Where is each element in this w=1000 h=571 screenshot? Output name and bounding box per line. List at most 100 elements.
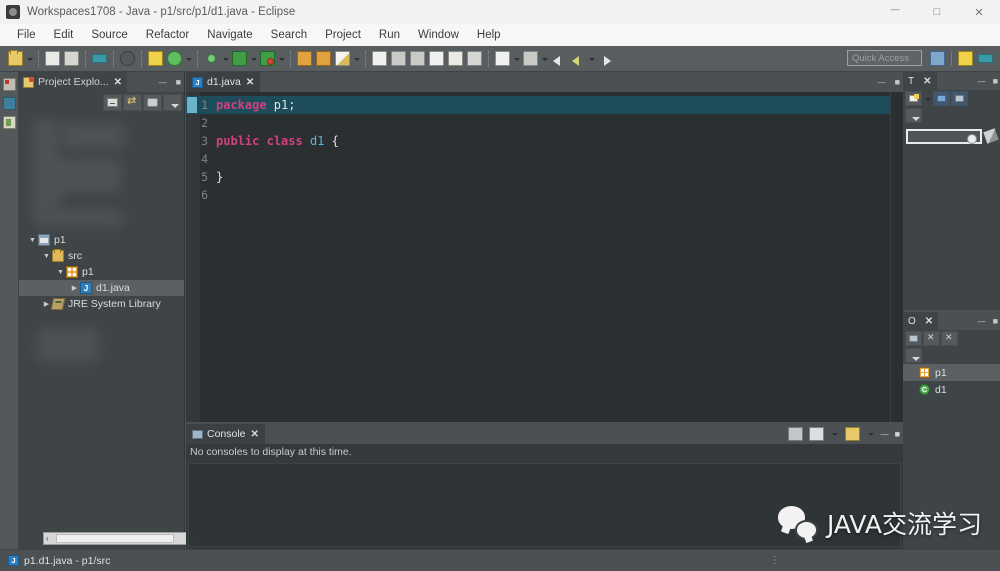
collapse-all-icon[interactable] bbox=[103, 94, 122, 111]
debug-dropdown-icon[interactable] bbox=[221, 51, 230, 67]
new-task-icon[interactable] bbox=[905, 91, 922, 106]
close-icon[interactable]: ✕ bbox=[251, 429, 259, 440]
view-menu-icon[interactable] bbox=[905, 348, 922, 363]
chevron-down-icon[interactable] bbox=[923, 91, 932, 107]
debug-icon[interactable] bbox=[203, 50, 220, 67]
tab-outline[interactable]: O ✕ bbox=[903, 312, 939, 330]
breakpoints-dropdown-icon[interactable] bbox=[512, 51, 521, 67]
close-icon[interactable]: ✕ bbox=[114, 77, 122, 88]
edit-pencil-icon[interactable] bbox=[983, 128, 999, 144]
back-history-icon[interactable] bbox=[569, 50, 586, 67]
hide-fields-icon[interactable] bbox=[923, 331, 940, 346]
close-icon[interactable]: ✕ bbox=[246, 77, 254, 88]
tree-node-jre-library[interactable]: JRE System Library bbox=[19, 296, 184, 312]
quick-access-input[interactable]: Quick Access bbox=[847, 50, 922, 66]
next-annotation-icon[interactable] bbox=[390, 50, 407, 67]
coverage-icon[interactable] bbox=[259, 50, 276, 67]
open-console-icon[interactable] bbox=[844, 427, 860, 441]
tree-node-project[interactable]: p1 bbox=[19, 232, 184, 248]
expand-twisty-icon[interactable] bbox=[27, 237, 38, 244]
maximize-console-icon[interactable] bbox=[895, 428, 900, 440]
outline-node-class[interactable]: C d1 bbox=[903, 381, 1000, 398]
menu-file[interactable]: File bbox=[8, 24, 45, 46]
maximize-button[interactable] bbox=[916, 0, 958, 24]
scroll-left-icon[interactable]: ‹ bbox=[46, 534, 49, 543]
code-editor[interactable]: 1 package p1; 2 3 public class d1 { 4 5 bbox=[186, 92, 903, 422]
minimize-console-icon[interactable] bbox=[881, 428, 889, 440]
synchronize-icon[interactable] bbox=[933, 91, 950, 106]
explorer-horizontal-scrollbar[interactable]: ‹ › bbox=[43, 532, 198, 545]
console-body[interactable]: No consoles to display at this time. bbox=[186, 444, 903, 549]
search-icon[interactable] bbox=[371, 50, 388, 67]
maximize-view-icon[interactable] bbox=[176, 77, 181, 88]
new-wizard-icon[interactable] bbox=[7, 50, 24, 67]
open-type-icon[interactable] bbox=[296, 50, 313, 67]
javadoc-shortcut-icon[interactable] bbox=[2, 97, 16, 110]
run-icon[interactable] bbox=[231, 50, 248, 67]
save-icon[interactable] bbox=[44, 50, 61, 67]
maximize-editor-icon[interactable] bbox=[895, 76, 900, 88]
maximize-view-icon[interactable] bbox=[993, 316, 998, 326]
collapse-all-icon[interactable] bbox=[905, 331, 922, 346]
scroll-right-icon[interactable]: › bbox=[192, 534, 195, 543]
declaration-shortcut-icon[interactable] bbox=[2, 116, 16, 129]
problems-shortcut-icon[interactable] bbox=[2, 78, 16, 91]
expand-twisty-icon[interactable] bbox=[55, 269, 66, 276]
previous-annotation-icon[interactable] bbox=[409, 50, 426, 67]
toggle-mark-occurrences-icon[interactable] bbox=[428, 50, 445, 67]
tab-project-explorer[interactable]: Project Explo... ✕ bbox=[19, 72, 128, 92]
link-with-editor-icon[interactable] bbox=[123, 94, 142, 111]
console-output-area[interactable] bbox=[188, 463, 901, 547]
menu-navigate[interactable]: Navigate bbox=[198, 24, 261, 46]
java-ee-perspective-icon[interactable] bbox=[977, 50, 994, 67]
menu-refactor[interactable]: Refactor bbox=[137, 24, 198, 46]
open-task-icon[interactable] bbox=[315, 50, 332, 67]
back-icon[interactable] bbox=[550, 50, 567, 67]
tree-node-package[interactable]: p1 bbox=[19, 264, 184, 280]
skip-breakpoints-icon[interactable] bbox=[494, 50, 511, 67]
tab-d1-java[interactable]: J d1.java ✕ bbox=[186, 72, 261, 92]
menu-window[interactable]: Window bbox=[409, 24, 468, 46]
show-whitespace-icon[interactable] bbox=[447, 50, 464, 67]
new-java-project-icon[interactable] bbox=[119, 50, 136, 67]
annotation-dropdown-icon[interactable] bbox=[352, 51, 361, 67]
overview-ruler[interactable] bbox=[890, 92, 903, 422]
minimize-view-icon[interactable] bbox=[978, 76, 986, 86]
run-dropdown-icon[interactable] bbox=[249, 51, 258, 67]
new-wizard-dropdown-icon[interactable] bbox=[25, 51, 34, 67]
outline-node-package[interactable]: p1 bbox=[903, 364, 1000, 381]
project-tree[interactable]: p1 src p1 J d1.java bbox=[19, 113, 184, 549]
minimize-view-icon[interactable] bbox=[159, 77, 167, 88]
expand-twisty-icon[interactable] bbox=[69, 284, 80, 292]
menu-project[interactable]: Project bbox=[316, 24, 370, 46]
task-list-body[interactable] bbox=[903, 148, 1000, 268]
minimize-editor-icon[interactable] bbox=[878, 76, 886, 88]
open-console-dropdown-icon[interactable] bbox=[866, 426, 875, 442]
clear-console-icon[interactable] bbox=[787, 427, 803, 441]
outline-tree[interactable]: p1 C d1 bbox=[903, 364, 1000, 398]
open-perspective-icon[interactable] bbox=[929, 50, 946, 67]
forward-icon[interactable] bbox=[597, 50, 614, 67]
chevron-down-icon[interactable] bbox=[163, 94, 182, 111]
tab-task-list[interactable]: T ✕ bbox=[903, 72, 937, 90]
menu-edit[interactable]: Edit bbox=[45, 24, 83, 46]
menu-help[interactable]: Help bbox=[468, 24, 510, 46]
menu-search[interactable]: Search bbox=[262, 24, 316, 46]
refresh-icon[interactable] bbox=[166, 50, 183, 67]
java-perspective-icon[interactable] bbox=[957, 50, 974, 67]
expand-twisty-icon[interactable] bbox=[41, 253, 52, 260]
show-tasks-icon[interactable] bbox=[466, 50, 483, 67]
close-icon[interactable]: ✕ bbox=[925, 316, 933, 327]
tab-console[interactable]: Console ✕ bbox=[186, 424, 265, 444]
scrollbar-thumb[interactable] bbox=[56, 534, 174, 543]
menu-run[interactable]: Run bbox=[370, 24, 409, 46]
refresh-dropdown-icon[interactable] bbox=[184, 51, 193, 67]
new-package-icon[interactable] bbox=[147, 50, 164, 67]
display-selected-console-icon[interactable] bbox=[808, 427, 824, 441]
close-icon[interactable]: ✕ bbox=[923, 76, 931, 87]
maximize-view-icon[interactable] bbox=[993, 76, 998, 86]
view-menu-icon[interactable] bbox=[143, 94, 162, 111]
task-search-input[interactable] bbox=[906, 128, 982, 144]
back-dropdown-icon[interactable] bbox=[587, 51, 596, 67]
coverage-dropdown-icon[interactable] bbox=[277, 51, 286, 67]
